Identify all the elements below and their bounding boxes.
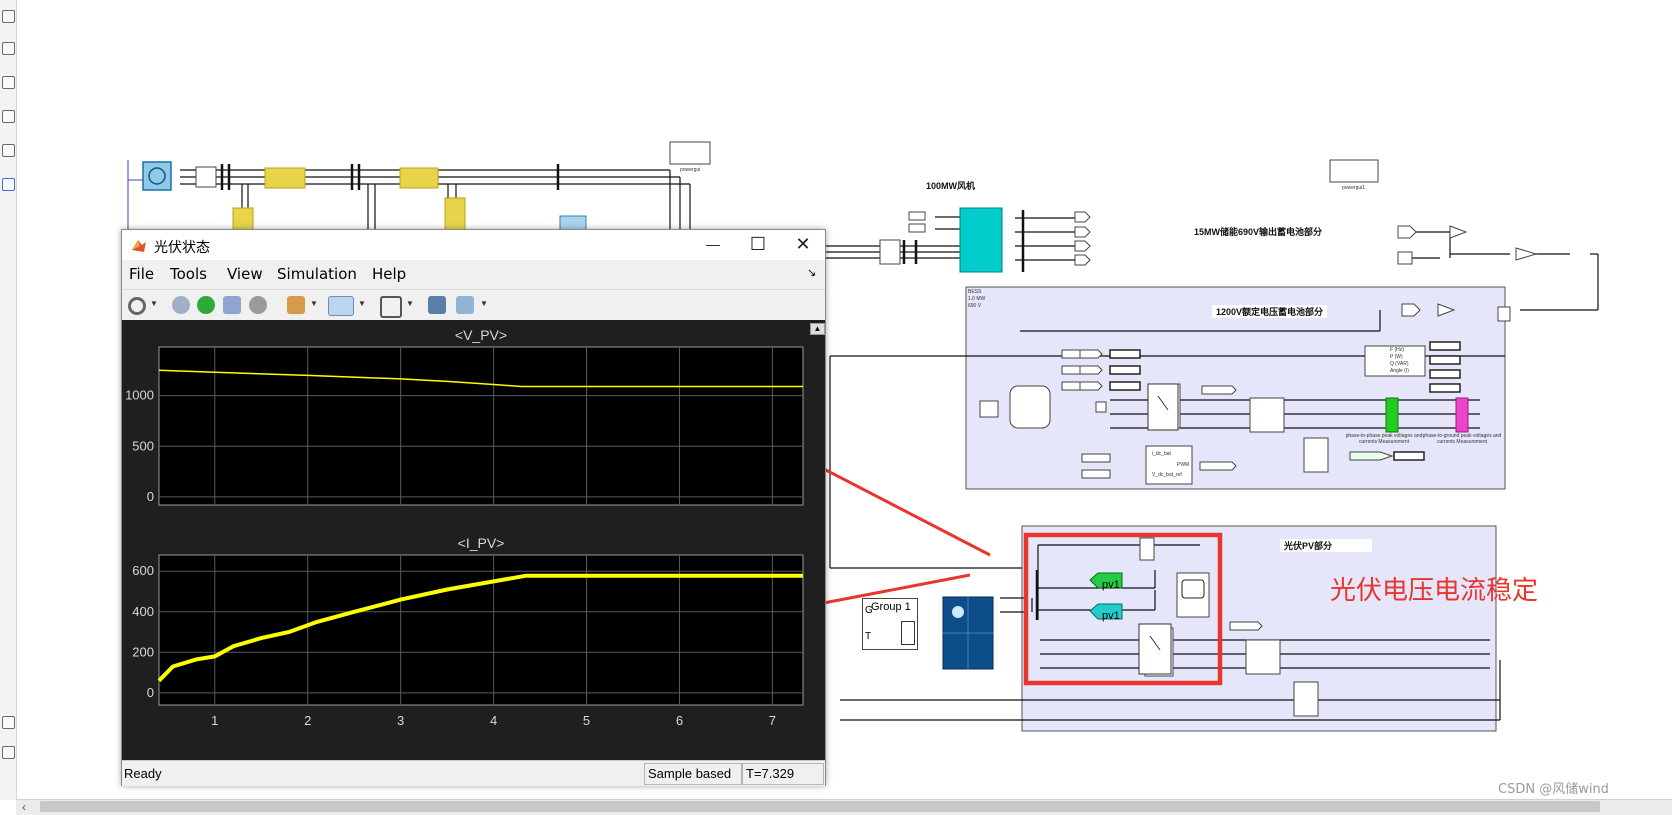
pq-label-angle: Angle (I) — [1390, 368, 1409, 374]
battery-1200v-label: 1200V额定电压蓄电池部分 — [1212, 305, 1328, 318]
close-button[interactable]: ✕ — [781, 230, 825, 260]
x-tick-label: 1 — [211, 713, 218, 728]
zoom-xy-icon[interactable] — [328, 296, 354, 316]
pq-label-f: F (Hz) — [1390, 347, 1404, 353]
plot-area[interactable]: <V_PV> 1000 500 0 <I_PV> 1 2 3 4 5 6 7 600 400 200 0 ▲ — [122, 320, 825, 760]
storage-690v-label: 15MW储能690V输出蓄电池部分 — [1194, 227, 1323, 237]
bess-label-3: 690 V — [968, 303, 982, 309]
x-tick-label: 2 — [304, 713, 311, 728]
zoom-icon[interactable] — [2, 10, 15, 23]
step-icon — [901, 621, 915, 645]
status-mode: Sample based — [648, 766, 732, 781]
panel-icon[interactable] — [2, 716, 15, 729]
measurement-label-1: phase-to-phase peak voltages and current… — [1345, 433, 1423, 445]
plot-title: <I_PV> — [458, 535, 505, 551]
area-icon[interactable] — [2, 178, 15, 191]
chevron-down-icon[interactable]: ▼ — [310, 299, 318, 308]
y-tick-label: 1000 — [125, 388, 154, 403]
expand-legend-icon[interactable]: ▲ — [810, 323, 825, 335]
signal-builder-block[interactable]: Group 1 G T — [862, 598, 918, 650]
status-time: T=7.329 — [746, 766, 795, 781]
scroll-left-icon[interactable]: ‹ — [22, 800, 26, 814]
left-toolbar — [0, 0, 17, 800]
step-back-icon[interactable] — [172, 296, 190, 314]
pq-label-q: Q (VAR) — [1390, 361, 1409, 367]
y-tick-label: 0 — [147, 489, 154, 504]
watermark: CSDN @风储wind — [1498, 782, 1609, 797]
run-icon[interactable] — [197, 296, 215, 314]
chevron-down-icon[interactable]: ▼ — [358, 299, 366, 308]
group-port-t: T — [865, 631, 872, 642]
undock-icon[interactable]: ↘ — [807, 266, 816, 279]
x-tick-label: 5 — [583, 713, 590, 728]
plot-axes — [158, 346, 804, 506]
powergui1-label: powergui1 — [1342, 185, 1366, 191]
menu-help[interactable]: Help — [372, 265, 406, 283]
scope-window[interactable]: 光伏状态 — ☐ ✕ File Tools View Simulation He… — [121, 229, 826, 786]
minimize-button[interactable]: — — [691, 230, 735, 260]
fit-icon[interactable] — [380, 296, 402, 318]
status-bar: Ready Sample based T=7.329 — [122, 760, 825, 786]
wind-turbine-label: 100MW风机 — [926, 181, 976, 191]
goto-tag-pv1-b[interactable]: pv1 — [1102, 610, 1120, 622]
window-title: 光伏状态 — [154, 240, 210, 256]
arrow-icon[interactable] — [2, 76, 15, 89]
signal-idc-label: i_dc_bat — [1152, 451, 1171, 457]
menu-file[interactable]: File — [129, 265, 154, 283]
y-tick-label: 0 — [147, 685, 154, 700]
stop-icon[interactable] — [249, 296, 267, 314]
bess-label-1: BESS — [968, 289, 982, 295]
group-port-g: G — [865, 605, 873, 616]
x-tick-label: 3 — [397, 713, 404, 728]
bess-label-2: 1.0 MW — [968, 296, 986, 302]
measurement-label-2: phase-to-ground peak voltages and curren… — [1422, 433, 1502, 445]
pq-label-p: P (W) — [1390, 354, 1403, 360]
menu-view[interactable]: View — [227, 265, 263, 283]
status-ready: Ready — [124, 766, 162, 781]
fit-view-icon[interactable] — [2, 42, 15, 55]
x-tick-label: 4 — [490, 713, 497, 728]
x-tick-label: 7 — [769, 713, 776, 728]
menu-tools[interactable]: Tools — [170, 265, 207, 283]
scrollbar-thumb[interactable] — [40, 801, 1600, 812]
pwm-label: PWM — [1177, 462, 1190, 468]
chevron-down-icon[interactable]: ▼ — [150, 299, 158, 308]
menu-simulation[interactable]: Simulation — [277, 265, 357, 283]
plot-title: <V_PV> — [455, 327, 507, 343]
x-tick-label: 6 — [676, 713, 683, 728]
annotation-icon[interactable] — [2, 110, 15, 123]
maximize-button[interactable]: ☐ — [736, 230, 780, 260]
powergui-label: powergui — [680, 167, 701, 173]
image-icon[interactable] — [2, 144, 15, 157]
scope-toolbar: ▼ ▼ ▼ ▼ ▼ — [122, 289, 825, 322]
title-bar[interactable]: 光伏状态 — ☐ ✕ — [122, 230, 825, 260]
group-block-name: Group 1 — [871, 601, 911, 613]
y-tick-label: 400 — [132, 604, 154, 619]
list-icon[interactable] — [2, 746, 15, 759]
pv-stable-annotation: 光伏电压电流稳定 — [1330, 576, 1539, 606]
matlab-icon — [132, 240, 146, 252]
highlight-icon[interactable] — [428, 296, 446, 314]
goto-tag-pv1-a[interactable]: pv1 — [1102, 579, 1120, 591]
settings-icon[interactable] — [128, 297, 146, 315]
y-tick-label: 500 — [132, 438, 154, 453]
chevron-down-icon[interactable]: ▼ — [406, 299, 414, 308]
measure-icon[interactable] — [456, 296, 474, 314]
pv-subsystem-label: 光伏PV部分 — [1280, 539, 1373, 552]
y-tick-label: 200 — [132, 644, 154, 659]
chevron-down-icon[interactable]: ▼ — [480, 299, 488, 308]
step-forward-icon[interactable] — [223, 296, 241, 314]
signal-vdc-label: V_dc_bat_ref — [1152, 472, 1182, 478]
scope-plots-svg: <V_PV> 1000 500 0 <I_PV> 1 2 3 4 5 6 7 600 400 200 0 — [125, 327, 804, 728]
signal-icon[interactable] — [287, 296, 305, 314]
y-tick-label: 600 — [132, 563, 154, 578]
menu-bar: File Tools View Simulation Help ↘ — [122, 260, 825, 288]
